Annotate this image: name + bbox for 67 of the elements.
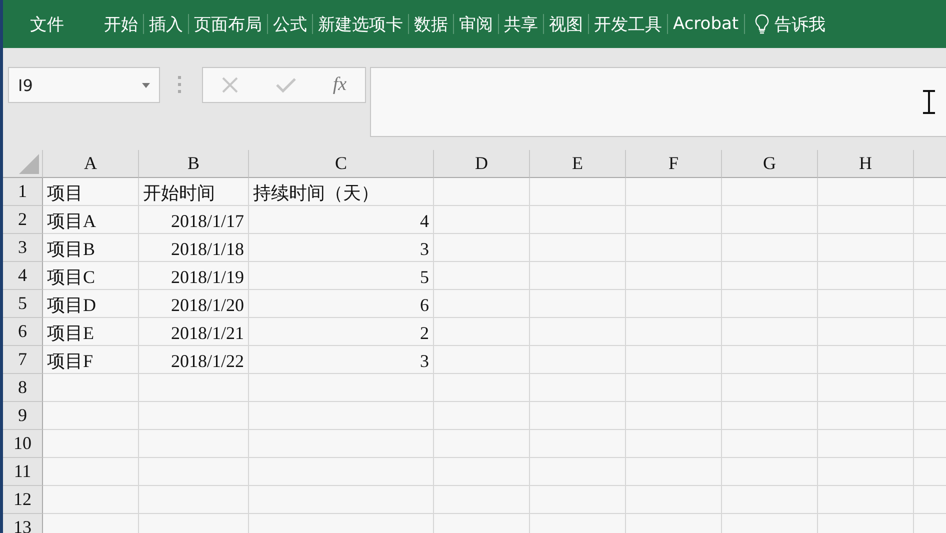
table-cell: 3 xyxy=(249,234,434,262)
table-cell: 项目A xyxy=(43,206,139,234)
lightbulb-icon xyxy=(754,14,769,34)
column-header[interactable]: E xyxy=(530,150,626,178)
insert-function-button[interactable]: fx xyxy=(332,74,347,96)
column-header[interactable]: G xyxy=(722,150,818,178)
row-header[interactable]: 11 xyxy=(3,458,43,486)
table-cell: 2 xyxy=(249,318,434,346)
dropdown-arrow-icon xyxy=(142,82,150,88)
ribbon-tab[interactable]: 开始 xyxy=(99,12,143,36)
column-header[interactable]: C xyxy=(249,150,434,178)
table-cell: 2018/1/21 xyxy=(139,318,249,346)
row-header[interactable]: 4 xyxy=(3,262,43,290)
triangle-icon xyxy=(19,154,39,174)
ribbon-tab[interactable]: 新建选项卡 xyxy=(313,12,408,36)
table-cell: 项目E xyxy=(43,318,139,346)
grip-icon xyxy=(178,76,182,94)
table-cell: 2018/1/17 xyxy=(139,206,249,234)
file-tab[interactable]: 文件 xyxy=(25,12,69,36)
column-header[interactable]: F xyxy=(626,150,722,178)
ribbon-tab[interactable]: 审阅 xyxy=(454,12,498,36)
ribbon-tab[interactable]: 插入 xyxy=(144,12,188,36)
table-cell: 2018/1/20 xyxy=(139,290,249,318)
ribbon-tab[interactable]: 开发工具 xyxy=(589,12,667,36)
ribbon-tab[interactable]: 页面布局 xyxy=(189,12,267,36)
row-header[interactable]: 1 xyxy=(3,178,43,206)
row-header[interactable]: 6 xyxy=(3,318,43,346)
row-header[interactable]: 3 xyxy=(3,234,43,262)
table-cell: 4 xyxy=(249,206,434,234)
tell-me-button[interactable]: 告诉我 xyxy=(754,12,826,36)
row-header[interactable]: 2 xyxy=(3,206,43,234)
table-cell: 5 xyxy=(249,262,434,290)
row-header[interactable]: 12 xyxy=(3,486,43,514)
table-cell: 项目 xyxy=(43,178,139,206)
row-header[interactable]: 10 xyxy=(3,430,43,458)
table-cell: 项目C xyxy=(43,262,139,290)
name-box[interactable]: I9 xyxy=(8,67,160,103)
table-cell: 项目D xyxy=(43,290,139,318)
row-header[interactable]: 7 xyxy=(3,346,43,374)
column-header[interactable]: D xyxy=(434,150,530,178)
table-cell: 开始时间 xyxy=(139,178,249,206)
table-cell: 项目F xyxy=(43,346,139,374)
column-header[interactable]: H xyxy=(818,150,914,178)
select-all-button[interactable] xyxy=(3,150,43,178)
row-header[interactable]: 5 xyxy=(3,290,43,318)
table-cell: 2018/1/22 xyxy=(139,346,249,374)
column-header[interactable]: A xyxy=(43,150,139,178)
row-header[interactable]: 9 xyxy=(3,402,43,430)
table-cell: 持续时间（天） xyxy=(249,178,434,206)
ribbon-tab[interactable]: 共享 xyxy=(499,12,543,36)
ribbon-tab[interactable]: 数据 xyxy=(409,12,453,36)
row-header[interactable]: 13 xyxy=(3,514,43,533)
row-header[interactable]: 8 xyxy=(3,374,43,402)
table-cell: 3 xyxy=(249,346,434,374)
check-icon[interactable] xyxy=(276,77,296,93)
table-cell: 6 xyxy=(249,290,434,318)
text-cursor-icon xyxy=(922,90,936,114)
column-header[interactable]: B xyxy=(139,150,249,178)
table-cell: 项目B xyxy=(43,234,139,262)
formula-input[interactable] xyxy=(370,67,946,137)
table-cell: 2018/1/18 xyxy=(139,234,249,262)
ribbon-tab[interactable]: Acrobat xyxy=(668,14,744,34)
table-cell: 2018/1/19 xyxy=(139,262,249,290)
ribbon-tab[interactable]: 视图 xyxy=(544,12,588,36)
cancel-icon[interactable] xyxy=(221,76,240,94)
ribbon-tab[interactable]: 公式 xyxy=(268,12,312,36)
column-header[interactable] xyxy=(914,150,946,178)
